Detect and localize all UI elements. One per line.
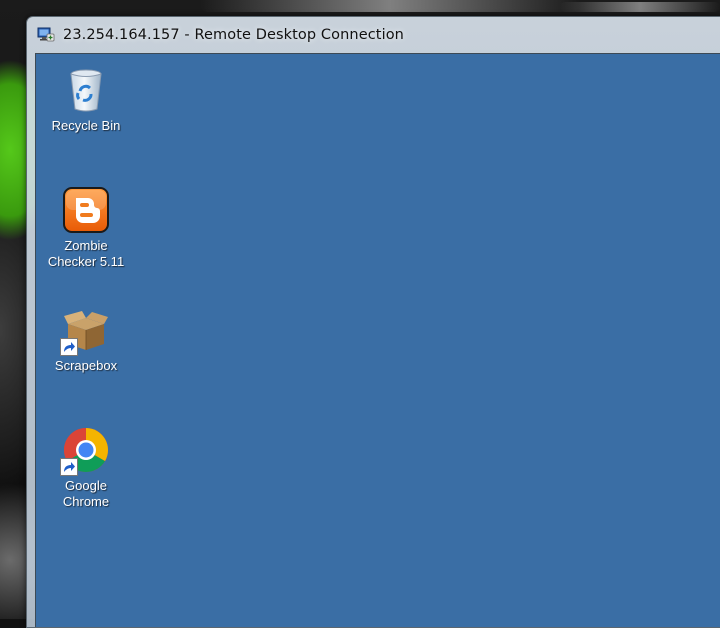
chrome-icon [60,426,110,476]
desktop-icon-recycle-bin[interactable]: Recycle Bin [40,66,132,134]
recycle-bin-icon [62,66,110,114]
desktop-icon-label: Google Chrome [62,478,110,509]
blogger-icon [62,186,110,234]
desktop-icon-label: Recycle Bin [51,118,121,133]
desktop-icon-label: Scrapebox [54,358,118,373]
desktop-icon-label: Zombie Checker 5.11 [47,238,125,269]
remote-desktop-area[interactable]: Recycle Bin Zombie Checker 5.11 Scrapebo… [35,53,720,627]
window-title: 23.254.164.157 - Remote Desktop Connecti… [63,26,404,43]
desktop-icon-zombie-checker[interactable]: Zombie Checker 5.11 [40,186,132,270]
desktop-icon-scrapebox[interactable]: Scrapebox [40,306,132,374]
shortcut-arrow-icon [60,338,78,356]
box-icon [60,306,110,356]
remote-desktop-window[interactable]: 23.254.164.157 - Remote Desktop Connecti… [26,16,720,628]
desktop-icon-google-chrome[interactable]: Google Chrome [40,426,132,510]
window-titlebar[interactable]: 23.254.164.157 - Remote Desktop Connecti… [27,17,720,52]
remote-desktop-icon[interactable] [37,27,55,43]
shortcut-arrow-icon [60,458,78,476]
